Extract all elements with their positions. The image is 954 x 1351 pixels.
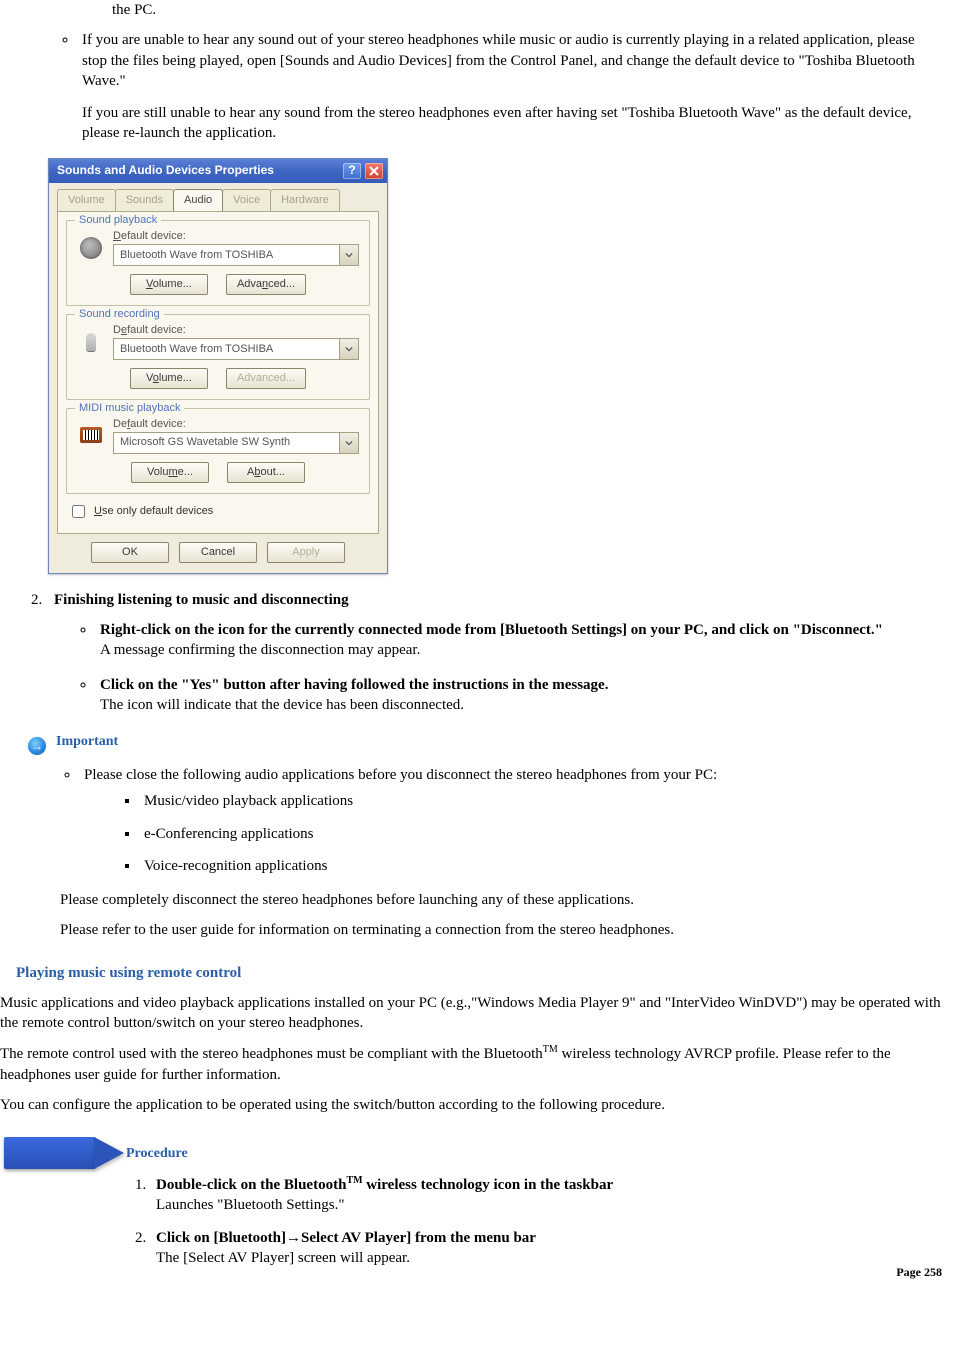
use-default-row: Use only default devices: [68, 502, 370, 521]
remote-p2: The remote control used with the stereo …: [0, 1043, 942, 1085]
finishing-item: Finishing listening to music and disconn…: [46, 590, 942, 715]
apply-button: Apply: [267, 542, 345, 563]
tab-voice[interactable]: Voice: [222, 189, 271, 212]
intro-list: If you are unable to hear any sound out …: [0, 30, 942, 143]
remote-p1: Music applications and video playback ap…: [0, 993, 942, 1034]
midi-volume-button[interactable]: Volume...: [131, 462, 209, 483]
intro-bullet-1-para2: If you are still unable to hear any soun…: [82, 103, 942, 144]
important-apps-list: Music/video playback applications e-Conf…: [84, 791, 942, 876]
close-icon: [369, 166, 379, 176]
ok-button[interactable]: OK: [91, 542, 169, 563]
important-lead-item: Please close the following audio applica…: [80, 765, 942, 876]
finish-b2-rest: The icon will indicate that the device h…: [100, 697, 464, 713]
recording-combo[interactable]: [113, 338, 359, 360]
finishing-heading: Finishing listening to music and disconn…: [54, 592, 349, 608]
page-footer: Page 258: [0, 1264, 942, 1280]
proc-s2-rest: The [Select AV Player] screen will appea…: [156, 1250, 410, 1266]
finish-bullet-1: Right-click on the icon for the currentl…: [96, 620, 942, 661]
finishing-ol: Finishing listening to music and disconn…: [0, 590, 942, 715]
speaker-icon: [80, 237, 102, 259]
recording-legend: Sound recording: [75, 307, 164, 322]
app-item-c: Voice-recognition applications: [140, 856, 942, 876]
close-button[interactable]: [365, 163, 383, 179]
playback-label: Default device:: [113, 229, 359, 244]
procedure-step-2: Click on [Bluetooth]→Select AV Player] f…: [150, 1228, 942, 1269]
important-list: Please close the following audio applica…: [0, 765, 942, 876]
important-label: Important: [56, 733, 118, 752]
tm-mark: TM: [543, 1044, 558, 1055]
procedure-ol: Double-click on the BluetoothTM wireless…: [0, 1174, 942, 1268]
procedure-arrow-icon: [4, 1137, 96, 1169]
important-p1: Please completely disconnect the stereo …: [60, 890, 942, 910]
important-p2: Please refer to the user guide for infor…: [60, 920, 942, 940]
lead-fragment: the PC.: [0, 0, 942, 20]
procedure-step-1: Double-click on the BluetoothTM wireless…: [150, 1174, 942, 1216]
dialog-titlebar: Sounds and Audio Devices Properties ?: [49, 159, 387, 183]
midi-combo[interactable]: [113, 432, 359, 454]
info-icon: [28, 737, 46, 755]
finish-b2-strong: Click on the "Yes" button after having f…: [100, 677, 608, 693]
proc-s1-strong: Double-click on the BluetoothTM wireless…: [156, 1177, 613, 1193]
midi-legend: MIDI music playback: [75, 401, 184, 416]
proc-s2-strong: Click on [Bluetooth]→Select AV Player] f…: [156, 1230, 536, 1246]
use-default-checkbox[interactable]: [72, 505, 85, 518]
tab-volume[interactable]: Volume: [57, 189, 116, 212]
sounds-dialog: Sounds and Audio Devices Properties ? Vo…: [48, 158, 388, 574]
microphone-icon: [86, 333, 96, 351]
dialog-footer: OK Cancel Apply: [49, 542, 387, 573]
midi-fieldset: MIDI music playback Default device:: [66, 408, 370, 494]
tab-hardware[interactable]: Hardware: [270, 189, 340, 212]
app-item-a: Music/video playback applications: [140, 791, 942, 811]
tm-mark: TM: [346, 1175, 362, 1186]
procedure-label: Procedure: [126, 1145, 942, 1164]
help-button[interactable]: ?: [343, 163, 361, 179]
recording-label: Default device:: [113, 323, 359, 338]
playback-combo[interactable]: [113, 244, 359, 266]
midi-label: Default device:: [113, 417, 359, 432]
playback-volume-button[interactable]: Volume...: [130, 274, 208, 295]
important-lead: Please close the following audio applica…: [84, 767, 717, 783]
cancel-button[interactable]: Cancel: [179, 542, 257, 563]
playback-fieldset: Sound playback Default device:: [66, 220, 370, 306]
finish-bullet-2: Click on the "Yes" button after having f…: [96, 675, 942, 716]
finish-b1-strong: Right-click on the icon for the currentl…: [100, 622, 883, 638]
midi-about-button[interactable]: About...: [227, 462, 305, 483]
remote-p3: You can configure the application to be …: [0, 1095, 942, 1115]
tab-audio[interactable]: Audio: [173, 189, 223, 212]
audio-tab-panel: Sound playback Default device:: [57, 211, 379, 534]
remote-heading: Playing music using remote control: [16, 963, 942, 983]
finish-b1-rest: A message confirming the disconnection m…: [100, 642, 420, 658]
intro-bullet-1-text: If you are unable to hear any sound out …: [82, 32, 915, 89]
midi-icon: [80, 427, 102, 443]
chevron-down-icon: [345, 251, 353, 259]
midi-combo-value[interactable]: [114, 433, 339, 453]
recording-advanced-button: Advanced...: [226, 368, 306, 389]
recording-volume-button[interactable]: Volume...: [130, 368, 208, 389]
important-row: Important: [28, 733, 942, 755]
recording-combo-arrow[interactable]: [339, 339, 358, 359]
use-default-label: Use only default devices: [94, 504, 213, 519]
recording-combo-value[interactable]: [114, 339, 339, 359]
chevron-down-icon: [345, 439, 353, 447]
midi-combo-arrow[interactable]: [339, 433, 358, 453]
playback-legend: Sound playback: [75, 213, 161, 228]
recording-fieldset: Sound recording Default device:: [66, 314, 370, 400]
proc-s1-rest: Launches "Bluetooth Settings.": [156, 1197, 344, 1213]
playback-advanced-button[interactable]: Advanced...: [226, 274, 306, 295]
app-item-b: e-Conferencing applications: [140, 824, 942, 844]
dialog-title: Sounds and Audio Devices Properties: [57, 162, 274, 178]
playback-combo-arrow[interactable]: [339, 245, 358, 265]
tab-strip: Volume Sounds Audio Voice Hardware: [49, 183, 387, 212]
playback-combo-value[interactable]: [114, 245, 339, 265]
intro-bullet-1: If you are unable to hear any sound out …: [78, 30, 942, 143]
tab-sounds[interactable]: Sounds: [115, 189, 174, 212]
chevron-down-icon: [345, 345, 353, 353]
